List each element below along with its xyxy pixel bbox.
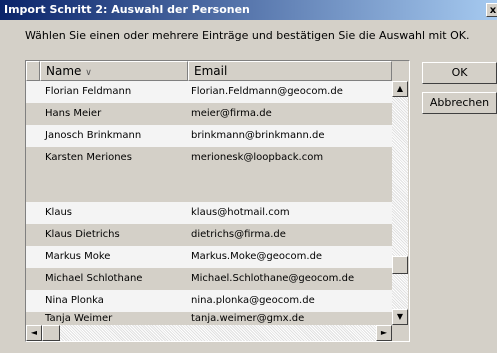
person-list[interactable]: Name ∨ Email Florian Feldmann Florian.Fe…	[25, 60, 410, 342]
sort-indicator-icon: ∨	[85, 68, 92, 78]
scroll-up-icon[interactable]: ▲	[392, 81, 408, 97]
list-header: Name ∨ Email	[26, 61, 392, 81]
person-email: klaus@hotmail.com	[191, 207, 290, 218]
instruction-text: Wählen Sie einen oder mehrere Einträge u…	[25, 29, 470, 42]
ok-button[interactable]: OK	[422, 62, 497, 84]
person-email: Markus.Moke@geocom.de	[191, 251, 323, 262]
column-header-name-label: Name	[46, 64, 82, 78]
person-name: Janosch Brinkmann	[45, 130, 142, 141]
person-email: merionesk@loopback.com	[191, 152, 324, 163]
person-email: meier@firma.de	[191, 108, 272, 119]
scroll-right-icon[interactable]: ►	[376, 325, 392, 341]
title-bar[interactable]: Import Schritt 2: Auswahl der Personen x	[0, 0, 497, 20]
vertical-scroll-thumb[interactable]	[392, 256, 408, 274]
person-email: tanja.weimer@gmx.de	[191, 313, 305, 324]
person-name: Markus Moke	[45, 251, 111, 262]
person-email: dietrichs@firma.de	[191, 229, 286, 240]
list-item[interactable]: Michael Schlothane Michael.Schlothane@ge…	[26, 268, 392, 290]
person-name: Nina Plonka	[45, 295, 104, 306]
person-name: Tanja Weimer	[45, 313, 113, 324]
person-name: Klaus	[45, 207, 73, 218]
person-name: Karsten Meriones	[45, 152, 132, 163]
cancel-button[interactable]: Abbrechen	[422, 92, 497, 114]
vertical-scrollbar[interactable]: ▲ ▼	[392, 81, 408, 325]
close-icon[interactable]: x	[486, 3, 497, 17]
list-item[interactable]: Markus Moke Markus.Moke@geocom.de	[26, 246, 392, 268]
person-email: nina.plonka@geocom.de	[191, 295, 315, 306]
horizontal-scrollbar[interactable]: ◄ ►	[26, 325, 392, 341]
person-name: Florian Feldmann	[45, 86, 132, 97]
person-email: brinkmann@brinkmann.de	[191, 130, 325, 141]
list-item[interactable]: Tanja Weimer tanja.weimer@gmx.de	[26, 312, 392, 325]
list-item[interactable]: Janosch Brinkmann brinkmann@brinkmann.de	[26, 125, 392, 147]
list-item[interactable]: Nina Plonka nina.plonka@geocom.de	[26, 290, 392, 312]
list-item[interactable]: Klaus klaus@hotmail.com	[26, 202, 392, 224]
person-email: Michael.Schlothane@geocom.de	[191, 273, 355, 284]
scroll-down-icon[interactable]: ▼	[392, 309, 408, 325]
scroll-left-icon[interactable]: ◄	[26, 325, 42, 341]
column-header-email[interactable]: Email	[188, 61, 392, 81]
person-name: Hans Meier	[45, 108, 102, 119]
scrollbar-corner	[392, 325, 408, 341]
person-email: Florian.Feldmann@geocom.de	[191, 86, 343, 97]
window-title: Import Schritt 2: Auswahl der Personen	[4, 3, 250, 16]
person-name: Klaus Dietrichs	[45, 229, 120, 240]
list-item[interactable]: Florian Feldmann Florian.Feldmann@geocom…	[26, 81, 392, 103]
import-dialog: Import Schritt 2: Auswahl der Personen x…	[0, 0, 497, 353]
person-name: Michael Schlothane	[45, 273, 143, 284]
horizontal-scroll-thumb[interactable]	[42, 325, 60, 341]
header-selector-column[interactable]	[26, 61, 40, 81]
list-item[interactable]: Klaus Dietrichs dietrichs@firma.de	[26, 224, 392, 246]
column-header-name[interactable]: Name ∨	[40, 61, 188, 81]
list-item[interactable]: Hans Meier meier@firma.de	[26, 103, 392, 125]
